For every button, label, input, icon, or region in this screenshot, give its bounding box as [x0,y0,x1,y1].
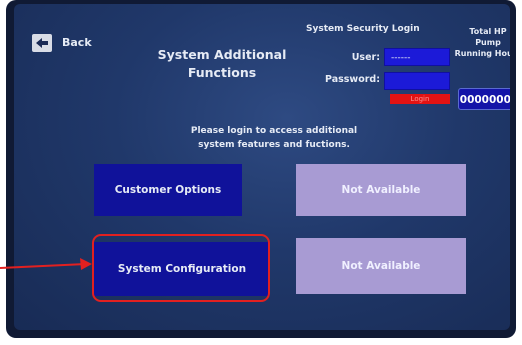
annotation-arrow-icon [0,258,92,270]
